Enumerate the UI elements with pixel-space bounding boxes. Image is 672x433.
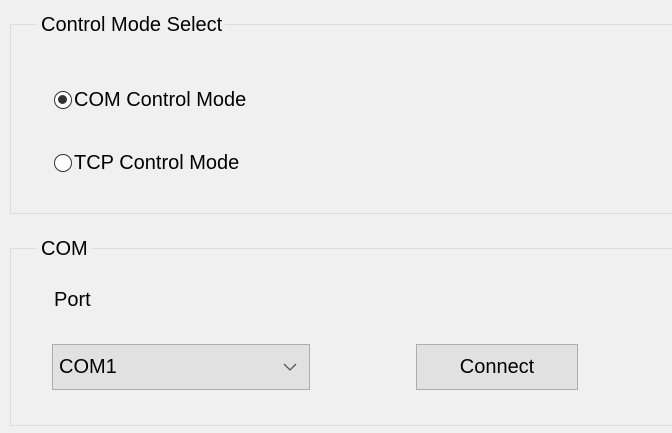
com-group: COM [10,237,672,426]
connect-button[interactable]: Connect [416,344,578,390]
chevron-down-icon[interactable] [283,362,297,372]
com-group-title: COM [37,237,91,261]
tcp-control-mode-radio[interactable]: TCP Control Mode [54,151,239,175]
radio-checked-icon[interactable] [54,91,72,109]
com-control-mode-radio[interactable]: COM Control Mode [54,88,246,112]
control-mode-group: Control Mode Select [10,13,672,214]
control-mode-group-title: Control Mode Select [37,13,226,37]
com-control-mode-label[interactable]: COM Control Mode [74,88,246,112]
port-label: Port [54,289,91,311]
port-select-value: COM1 [59,356,117,378]
tcp-control-mode-label[interactable]: TCP Control Mode [74,151,239,175]
radio-unchecked-icon[interactable] [54,154,72,172]
port-select[interactable]: COM1 [52,344,310,390]
